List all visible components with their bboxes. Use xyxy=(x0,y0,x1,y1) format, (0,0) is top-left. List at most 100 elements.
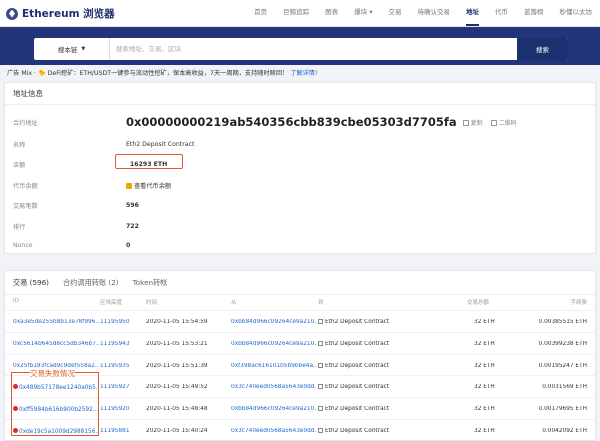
cell-fee-text: 0.00385515 ETH xyxy=(538,319,587,325)
balance-highlight-box xyxy=(115,154,183,169)
nav-item-6[interactable]: 地址 xyxy=(458,0,487,26)
cell-amount: 32 ETH xyxy=(474,363,495,369)
search-input[interactable] xyxy=(110,38,517,60)
contract-icon xyxy=(318,406,323,412)
copy-label: 复制 xyxy=(470,119,483,127)
nav-item-9[interactable]: 秒懂以太坊 xyxy=(552,0,600,26)
contract-name: Eth2 Deposit Contract xyxy=(126,141,195,148)
cell-from[interactable]: 0x3c740eed0568a5643e0dd... xyxy=(231,384,317,390)
cell-from[interactable]: 0x3c740eed0568a5643e0dd... xyxy=(231,428,317,434)
view-token-balance-link[interactable]: 查看代币余额 xyxy=(126,181,171,190)
caret-down-icon: ▼ xyxy=(81,46,86,52)
search-scope-select[interactable]: 搜本链 ▼ xyxy=(34,38,110,60)
cell-to: Eth2 Deposit Contract xyxy=(318,428,389,434)
main-nav: 首页 巨鲸追踪 图表 爆块 ▾ 交易 待确认交易 地址 代币 蓝籌榜 秒懂以太坊 xyxy=(246,0,600,26)
name-row: 名称 Eth2 Deposit Contract xyxy=(13,140,194,149)
qr-code-icon xyxy=(490,119,497,126)
search-scope-label: 搜本链 xyxy=(57,46,78,54)
cell-block[interactable]: 11195943 xyxy=(100,341,130,347)
cell-fee: 0.0031569 ETH xyxy=(542,384,587,390)
cell-id[interactable]: 0xa3e5de255b8b13e78f996... xyxy=(13,319,99,325)
cell-to: Eth2 Deposit Contract xyxy=(318,384,389,390)
nav-item-2[interactable]: 图表 xyxy=(317,0,346,26)
cell-from[interactable]: 0xbb84d966c09264ce9a210... xyxy=(231,406,317,412)
search-bar: 搜本链 ▼ 搜索 xyxy=(34,38,568,60)
cell-time-text: 2020-11-05 15:51:39 xyxy=(146,362,208,369)
cell-from[interactable]: 0xf398ac61610105b9bbe4a... xyxy=(231,363,317,369)
cell-amount: 32 ETH xyxy=(474,406,495,412)
ad-banner: 广告 Mix · 🐤 DeFi挖矿：ETH/USDT一键参与流动性挖矿，保本高收… xyxy=(7,68,317,77)
cell-from-text: 0x3c740eed0568a5643e0dd... xyxy=(231,384,317,391)
copy-icon xyxy=(462,119,469,126)
cell-fee: 0.00179695 ETH xyxy=(539,406,587,412)
cell-time-text: 2020-11-05 15:49:52 xyxy=(146,384,208,391)
contract-icon xyxy=(318,384,323,390)
tab-transactions[interactable]: 交易 (596) xyxy=(13,271,49,295)
transaction-tabs: 交易 (596) 合约调用转账 (2) Token转帐 xyxy=(5,271,595,295)
cell-block-text: 11195950 xyxy=(100,319,130,325)
nav-item-1[interactable]: 巨鲸追踪 xyxy=(275,0,317,26)
search-button[interactable]: 搜索 xyxy=(517,38,568,60)
cell-to-text: Eth2 Deposit Contract xyxy=(325,406,390,413)
cell-time-text: 2020-11-05 15:48:48 xyxy=(146,406,208,413)
cell-to: Eth2 Deposit Contract xyxy=(318,362,389,369)
cell-from[interactable]: 0xbb84d966c09264ce9a210... xyxy=(231,341,317,347)
cell-fee-text: 0.0042092 ETH xyxy=(542,428,587,434)
address-info-title: 地址信息 xyxy=(5,83,595,105)
rank-row: 排行 722 xyxy=(13,222,139,231)
cell-from-text: 0xbb84d966c09264ce9a210... xyxy=(231,319,317,325)
nav-item-0[interactable]: 首页 xyxy=(246,0,275,26)
nonce-value: 0 xyxy=(126,242,131,249)
tab-internal-transfers[interactable]: 合约调用转账 (2) xyxy=(63,271,119,295)
balance-label: 余额 xyxy=(13,162,26,169)
table-row: 0xc5614b645d8cc5db346b7... 11195943 2020-1… xyxy=(5,331,595,355)
cell-time: 2020-11-05 15:54:59 xyxy=(146,319,208,325)
ethereum-logo-icon xyxy=(6,7,18,20)
cell-from-text: 0x3c740eed0568a5643e0dd... xyxy=(231,428,317,434)
cell-to: Eth2 Deposit Contract xyxy=(318,406,389,412)
cell-amount: 32 ETH xyxy=(474,428,495,434)
nav-item-4[interactable]: 交易 xyxy=(381,0,410,26)
cell-id[interactable]: 0xc5614b645d8cc5db346b7... xyxy=(13,341,99,347)
cell-amount-text: 32 ETH xyxy=(474,340,495,347)
cell-block-text: 11195927 xyxy=(100,384,130,391)
ad-text: 广告 Mix · 🐤 DeFi挖矿：ETH/USDT一键参与流动性挖矿，保本高收… xyxy=(7,70,289,77)
cell-amount-text: 32 ETH xyxy=(474,406,495,413)
ad-details-link[interactable]: 了解详情! xyxy=(290,70,317,77)
tab-token-transfers[interactable]: Token转帐 xyxy=(133,271,168,295)
table-header: ID 区块高度 时间 从 到 交易总额 手续费 xyxy=(5,298,595,308)
nav-item-8[interactable]: 蓝籌榜 xyxy=(516,0,552,26)
address-label: 合约地址 xyxy=(13,119,38,127)
cell-block-text: 11195943 xyxy=(100,340,130,347)
nonce-label: Nonce xyxy=(13,242,33,249)
cell-from[interactable]: 0xbb84d966c09264ce9a210... xyxy=(231,319,317,325)
address-info-card: 地址信息 合约地址 0x00000000219ab540356cbb839cbe… xyxy=(4,82,596,254)
cell-block[interactable]: 11195950 xyxy=(100,319,130,325)
cell-time-text: 2020-11-05 15:40:24 xyxy=(146,428,208,434)
contract-icon xyxy=(318,319,323,324)
qr-code-button[interactable]: 二维码 xyxy=(490,118,517,127)
failed-tx-annotation: 交易失败情况 xyxy=(30,368,75,379)
tx-count-value: 596 xyxy=(126,202,139,209)
nav-item-3[interactable]: 爆块 ▾ xyxy=(346,0,380,26)
cell-block[interactable]: 11195927 xyxy=(100,384,130,390)
cell-amount: 32 ETH xyxy=(474,319,495,325)
cell-amount-text: 32 ETH xyxy=(474,384,495,391)
cell-block[interactable]: 11195920 xyxy=(100,406,130,412)
cell-time: 2020-11-05 15:49:52 xyxy=(146,384,208,390)
copy-button[interactable]: 复制 xyxy=(462,118,483,127)
name-label: 名称 xyxy=(13,142,26,149)
rank-value: 722 xyxy=(126,223,139,230)
cell-to-text: Eth2 Deposit Contract xyxy=(325,384,390,391)
cell-block[interactable]: 11195881 xyxy=(100,428,130,434)
cell-fee-text: 0.0031569 ETH xyxy=(542,384,587,391)
cell-id-text: 0xc5614b645d8cc5db346b7... xyxy=(13,340,99,347)
cell-amount: 32 ETH xyxy=(474,384,495,390)
nav-item-5[interactable]: 待确认交易 xyxy=(410,0,459,26)
cell-time: 2020-11-05 15:48:48 xyxy=(146,406,208,412)
cell-block[interactable]: 11195935 xyxy=(100,363,130,369)
qr-code-label: 二维码 xyxy=(498,119,517,127)
nav-item-7[interactable]: 代币 xyxy=(487,0,516,26)
site-logo[interactable]: Ethereum 浏览器 xyxy=(6,6,115,21)
cell-fee-text: 0.00195247 ETH xyxy=(538,362,587,369)
